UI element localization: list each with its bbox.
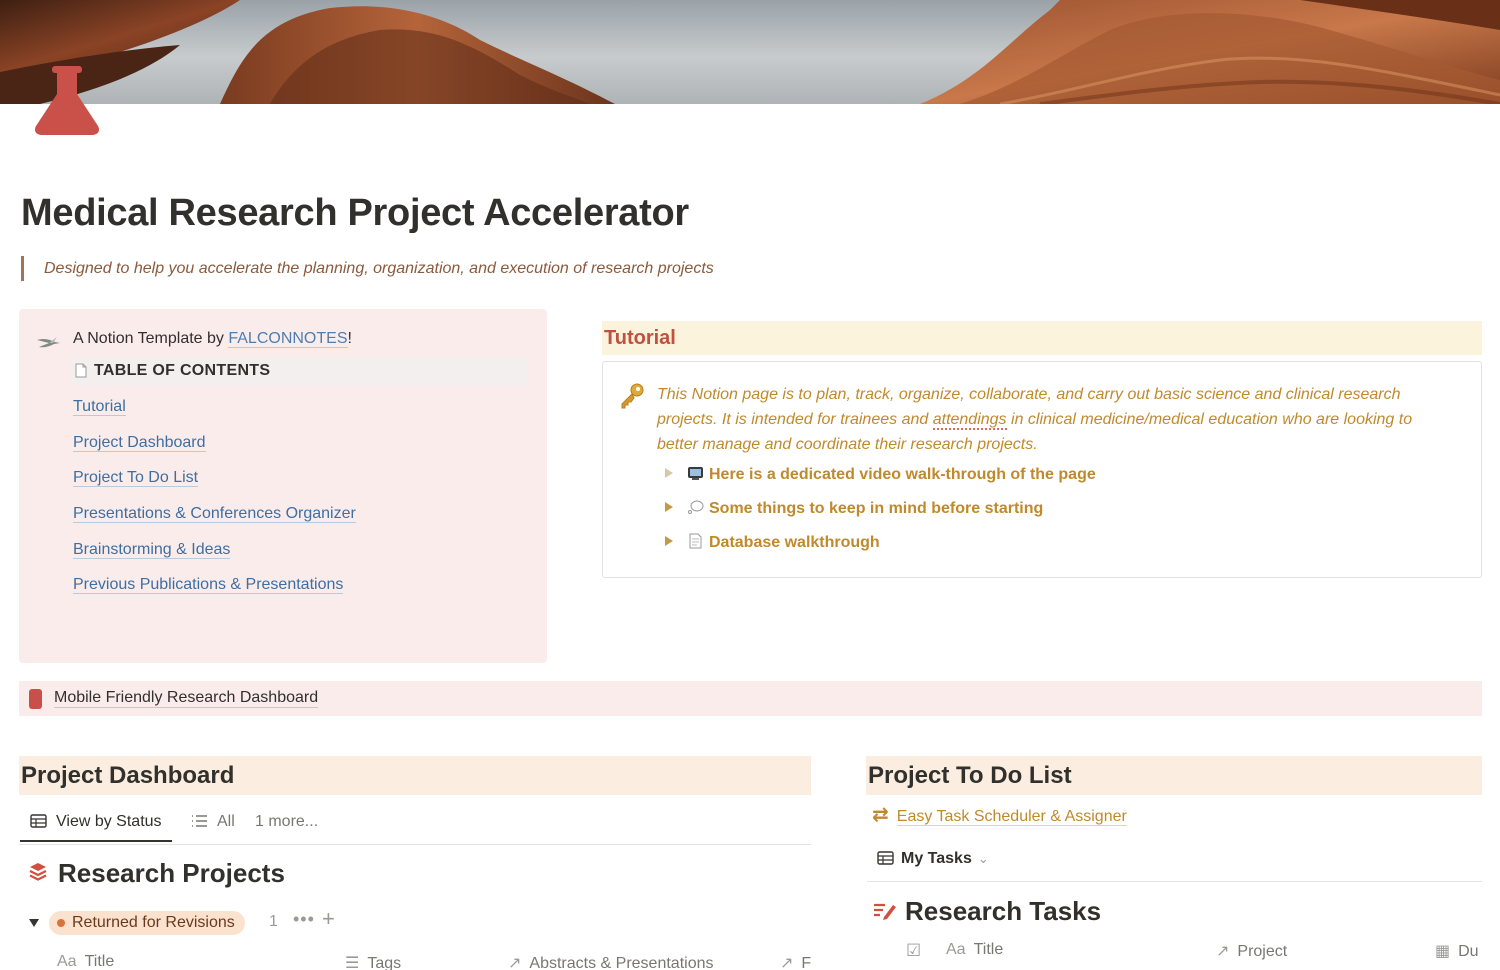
- tab-more-views[interactable]: 1 more...: [255, 813, 318, 831]
- toc-heading: TABLE OF CONTENTS: [72, 357, 528, 385]
- toc-callout: A Notion Template by FALCONNOTES! TABLE …: [19, 309, 547, 663]
- tutorial-text-misspelled: attendings: [932, 411, 1007, 430]
- credit-prefix: A Notion Template by: [73, 330, 229, 347]
- toggle-things-to-keep-in-mind[interactable]: Some things to keep in mind before start…: [665, 499, 1043, 518]
- text-property-icon: Aa: [57, 953, 77, 970]
- column-task-title[interactable]: Aa Title: [946, 941, 1003, 959]
- toc-link-previous-publications[interactable]: Previous Publications & Presentations: [73, 576, 356, 612]
- toggle-database-walkthrough[interactable]: Database walkthrough: [665, 533, 880, 552]
- task-scheduler-label: Easy Task Scheduler & Assigner: [896, 808, 1127, 826]
- page-title[interactable]: Medical Research Project Accelerator: [21, 192, 689, 235]
- mobile-dashboard-link[interactable]: Mobile Friendly Research Dashboard: [19, 681, 1482, 716]
- group-count: 1: [269, 913, 278, 930]
- toc-link-label: Previous Publications & Presentations: [73, 576, 344, 595]
- toc-link-project-dashboard[interactable]: Project Dashboard: [73, 433, 356, 470]
- relation-arrow-icon: ↗: [508, 955, 522, 970]
- toc-link-brainstorming[interactable]: Brainstorming & Ideas: [73, 540, 356, 577]
- toggle-video-walkthrough[interactable]: Here is a dedicated video walk-through o…: [665, 465, 1096, 484]
- text-property-icon: Aa: [946, 941, 966, 958]
- tab-label: View by Status: [56, 813, 162, 830]
- toc-link-label: Project To Do List: [73, 469, 199, 488]
- column-truncated[interactable]: ↗ F: [780, 953, 811, 970]
- column-label: Du: [1458, 943, 1479, 960]
- table-icon: [30, 814, 47, 828]
- key-icon: [621, 383, 644, 409]
- checkbox-icon: ☑: [906, 941, 922, 960]
- toc-heading-label: TABLE OF CONTENTS: [94, 362, 271, 379]
- research-tasks-title[interactable]: Research Tasks: [905, 896, 1101, 927]
- research-projects-title[interactable]: Research Projects: [58, 858, 285, 889]
- mobile-phone-icon: [29, 689, 42, 709]
- toc-link-project-to-do-list[interactable]: Project To Do List: [73, 469, 356, 505]
- toggle-arrow-icon[interactable]: [665, 536, 673, 546]
- tutorial-heading[interactable]: Tutorial: [602, 321, 1482, 355]
- stack-layers-icon: [29, 863, 47, 881]
- flask-icon[interactable]: [34, 64, 104, 138]
- canyon-cover-image: [0, 0, 1500, 104]
- column-label: Title: [84, 953, 115, 970]
- toc-link-label: Brainstorming & Ideas: [73, 540, 231, 559]
- toggle-label: Some things to keep in mind before start…: [709, 500, 1044, 517]
- table-icon: [877, 851, 894, 865]
- toc-link-tutorial[interactable]: Tutorial: [73, 398, 356, 434]
- column-tags[interactable]: ☰ Tags: [345, 953, 401, 970]
- toc-link-label: Project Dashboard: [73, 433, 206, 452]
- page-subtitle-quote[interactable]: Designed to help you accelerate the plan…: [21, 256, 714, 281]
- tutorial-description: This Notion page is to plan, track, orga…: [657, 382, 1457, 457]
- column-due[interactable]: ▦ Du: [1435, 941, 1482, 961]
- view-my-tasks[interactable]: My Tasks ⌄: [877, 850, 989, 868]
- dashboard-view-tabs: View by Status All 1 more...: [19, 806, 811, 845]
- toc-link-label: Tutorial: [73, 398, 126, 416]
- list-icon: [192, 815, 207, 827]
- page-cover[interactable]: [0, 0, 1500, 104]
- toc-link-presentations-conferences[interactable]: Presentations & Conferences Organizer: [73, 505, 356, 541]
- divider: [867, 881, 1482, 882]
- column-label: Abstracts & Presentations: [529, 955, 714, 970]
- column-project[interactable]: ↗ Project: [1216, 941, 1287, 961]
- column-label: Title: [973, 941, 1004, 958]
- chevron-down-icon[interactable]: ⌄: [978, 851, 989, 866]
- toggle-arrow-icon[interactable]: [665, 468, 673, 478]
- tab-view-by-status[interactable]: View by Status: [20, 813, 172, 842]
- add-item-icon[interactable]: +: [322, 906, 335, 932]
- column-abstracts[interactable]: ↗ Abstracts & Presentations: [508, 953, 714, 970]
- toggle-label: Here is a dedicated video walk-through o…: [709, 466, 1096, 483]
- tab-label: All: [217, 813, 235, 830]
- project-dashboard-heading[interactable]: Project Dashboard: [19, 756, 811, 795]
- status-badge: Returned for Revisions: [49, 911, 245, 935]
- swap-arrows-icon: ⇄: [872, 804, 889, 826]
- toggle-arrow-icon[interactable]: [665, 502, 673, 512]
- view-label: My Tasks: [901, 850, 972, 867]
- thought-bubble-icon: [688, 500, 704, 514]
- falconnotes-link[interactable]: FALCONNOTES: [228, 330, 348, 348]
- toc-link-label: Presentations & Conferences Organizer: [73, 505, 356, 524]
- tutorial-callout: This Notion page is to plan, track, orga…: [602, 361, 1482, 578]
- mobile-dashboard-label: Mobile Friendly Research Dashboard: [54, 689, 319, 708]
- column-label: F: [801, 955, 811, 970]
- credit-suffix: !: [347, 330, 352, 347]
- falcon-icon: [37, 337, 60, 348]
- project-todo-heading[interactable]: Project To Do List: [866, 756, 1482, 795]
- tab-all[interactable]: All: [191, 813, 235, 831]
- column-label: Tags: [367, 955, 402, 970]
- toggle-label: Database walkthrough: [709, 534, 880, 551]
- template-credit: A Notion Template by FALCONNOTES!: [73, 330, 352, 348]
- column-checkbox[interactable]: ☑: [906, 941, 929, 961]
- multi-select-icon: ☰: [345, 955, 360, 970]
- document-icon: [689, 533, 702, 549]
- tv-icon: [688, 467, 703, 480]
- relation-arrow-icon: ↗: [780, 955, 794, 970]
- calendar-icon: ▦: [1435, 943, 1451, 960]
- relation-arrow-icon: ↗: [1216, 943, 1230, 960]
- group-collapse-icon[interactable]: [29, 919, 39, 927]
- toc-list: Tutorial Project Dashboard Project To Do…: [73, 398, 356, 612]
- more-options-icon[interactable]: •••: [293, 909, 315, 930]
- document-icon: [75, 363, 87, 378]
- column-title[interactable]: Aa Title: [57, 953, 114, 970]
- checklist-pencil-icon: [874, 903, 896, 920]
- column-label: Project: [1237, 943, 1288, 960]
- task-scheduler-link[interactable]: ⇄ Easy Task Scheduler & Assigner: [872, 802, 1127, 827]
